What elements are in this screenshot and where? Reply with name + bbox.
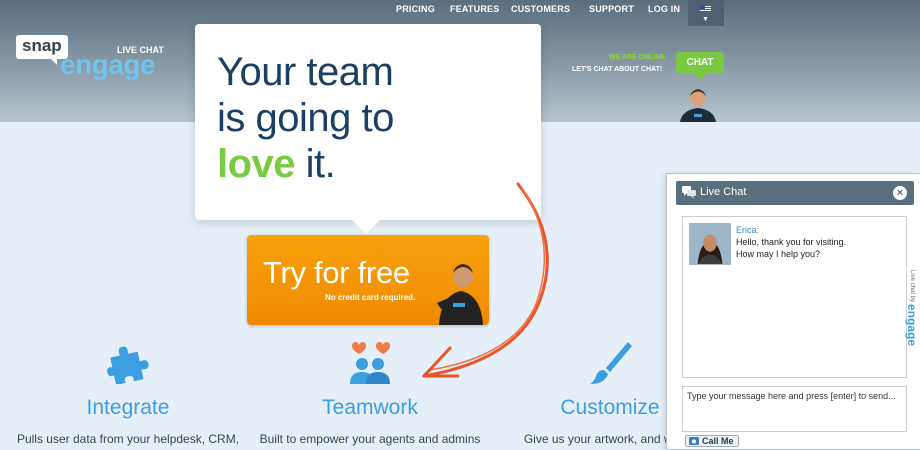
online-status: WE ARE ONLINE: [609, 54, 666, 61]
hero-bubble: Your team is going to love it.: [195, 24, 541, 234]
feature-teamwork: Teamwork Built to empower your agents an…: [250, 340, 490, 446]
paintbrush-icon: [590, 342, 632, 384]
chat-message-input[interactable]: [682, 386, 907, 432]
chat-header[interactable]: Live Chat ×: [676, 181, 914, 205]
top-nav: PRICING FEATURES CUSTOMERS SUPPORT LOG I…: [0, 0, 920, 26]
agent-avatar: [689, 223, 731, 265]
logo-tagline: LIVE CHAT: [117, 45, 164, 55]
feature-title-integrate: Integrate: [86, 396, 170, 419]
close-icon[interactable]: ×: [893, 186, 907, 200]
nav-features[interactable]: FEATURES: [450, 4, 499, 14]
online-cta-text: LET'S CHAT ABOUT CHAT!: [572, 66, 663, 73]
cta-person-photo: [437, 264, 483, 325]
feature-desc-integrate: Pulls user data from your helpdesk, CRM,: [16, 432, 240, 446]
call-me-label: Call Me: [702, 436, 734, 446]
call-me-button[interactable]: Call Me: [685, 435, 739, 447]
feature-integrate: Integrate Pulls user data from your help…: [8, 340, 248, 446]
nav-pricing[interactable]: PRICING: [396, 4, 435, 14]
agent-name: Erica:: [736, 225, 760, 235]
powered-prefix: Live chat by: [909, 270, 915, 303]
hero-line-1: Your team: [217, 50, 394, 94]
live-chat-widget: Live Chat × Erica: Hello, thank you for …: [666, 173, 920, 450]
nav-login[interactable]: LOG IN: [648, 4, 680, 14]
chat-bubbles-icon: [682, 186, 696, 199]
team-hearts-icon: [350, 342, 390, 384]
nav-support[interactable]: SUPPORT: [589, 4, 634, 14]
puzzle-icon: [107, 346, 149, 384]
chat-title: Live Chat: [700, 186, 747, 198]
chat-transcript[interactable]: Erica: Hello, thank you for visiting. Ho…: [682, 216, 907, 378]
powered-by[interactable]: Live chat by engage: [903, 270, 919, 356]
phone-icon: [689, 437, 699, 445]
cta-sub-label: No credit card required.: [325, 293, 416, 302]
nav-customers[interactable]: CUSTOMERS: [511, 4, 570, 14]
agent-message-line-1: Hello, thank you for visiting.: [736, 237, 847, 247]
chat-button[interactable]: CHAT: [676, 52, 724, 80]
agent-message-line-2: How may I help you?: [736, 249, 821, 259]
try-free-button[interactable]: Try for free No credit card required.: [247, 235, 489, 325]
feature-title-teamwork: Teamwork: [322, 396, 418, 419]
hero-line-2: is going to: [217, 96, 394, 140]
language-selector[interactable]: ▼: [688, 0, 724, 26]
agent-photo: [680, 89, 716, 122]
feature-desc-teamwork: Built to empower your agents and admins: [259, 432, 481, 446]
cta-main-label: Try for free: [263, 255, 410, 290]
caret-down-icon: ▼: [702, 16, 709, 23]
hero-line-3: love it.: [217, 142, 336, 187]
hero-it: it.: [295, 142, 336, 186]
powered-brand: engage: [905, 304, 919, 347]
us-flag-icon: [700, 5, 711, 12]
hero-love: love: [217, 142, 296, 186]
